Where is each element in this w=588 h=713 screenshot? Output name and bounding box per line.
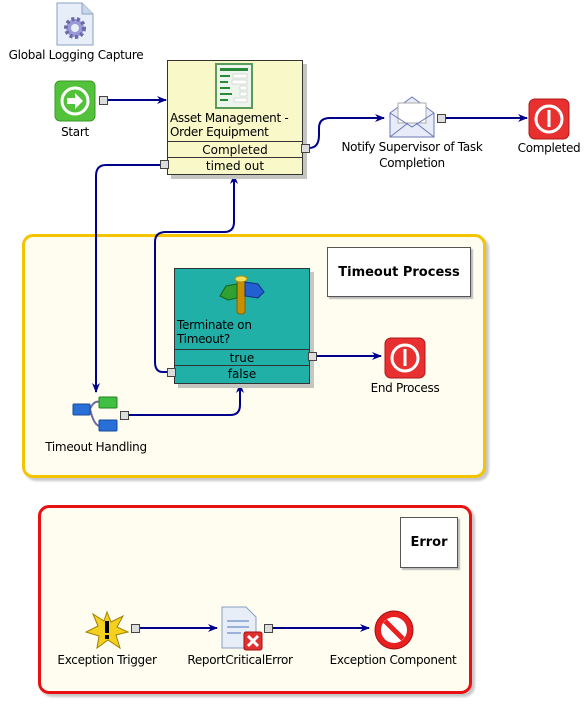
output-false[interactable]: false (175, 365, 309, 382)
true-port[interactable] (308, 352, 317, 361)
stop-icon[interactable] (384, 337, 426, 379)
exception-trigger-label: Exception Trigger (57, 653, 157, 667)
output-completed[interactable]: Completed (168, 141, 302, 158)
asset-task-title-2: Order Equipment (170, 125, 269, 139)
report-error-label: ReportCriticalError (187, 653, 293, 667)
output-true[interactable]: true (175, 349, 309, 366)
gear-document-icon[interactable] (56, 2, 94, 46)
timeout-handling-output-port[interactable] (120, 411, 129, 420)
end-process-label: End Process (370, 381, 440, 395)
wire-timedout-to-handling (92, 164, 163, 393)
timed-out-port[interactable] (160, 160, 169, 169)
notify-output-port[interactable] (437, 114, 446, 123)
exception-component-label: Exception Component (329, 653, 457, 667)
form-icon (215, 63, 253, 112)
document-error-icon[interactable] (220, 606, 264, 652)
completed-port[interactable] (301, 144, 310, 153)
start-arrow-icon[interactable] (54, 80, 96, 122)
exception-trigger-output-port[interactable] (131, 624, 140, 633)
asset-management-task[interactable]: Asset Management - Order Equipment Compl… (167, 60, 303, 175)
asset-task-title-1: Asset Management - (170, 111, 289, 125)
notify-label-2: Completion (379, 156, 445, 170)
report-error-output-port[interactable] (264, 624, 273, 633)
notify-label-1: Notify Supervisor of Task (341, 140, 483, 154)
envelope-icon[interactable] (388, 95, 436, 139)
signpost-icon (218, 272, 266, 319)
start-label: Start (61, 125, 89, 139)
global-logging-label: Global Logging Capture (8, 48, 144, 62)
start-output-port[interactable] (99, 96, 108, 105)
decision-title-2: Timeout? (177, 332, 230, 346)
no-entry-icon[interactable] (372, 609, 416, 651)
wire-handling-to-decision (127, 383, 244, 416)
timeout-handling-label: Timeout Handling (45, 440, 147, 454)
output-timed-out[interactable]: timed out (168, 157, 302, 174)
completed-label: Completed (517, 141, 581, 155)
exception-burst-icon[interactable] (84, 610, 130, 650)
terminate-decision[interactable]: Terminate on Timeout? true false (174, 268, 310, 384)
subprocess-icon[interactable] (72, 396, 120, 434)
stop-icon[interactable] (528, 98, 570, 140)
false-port[interactable] (167, 368, 176, 377)
decision-title-1: Terminate on (177, 318, 252, 332)
